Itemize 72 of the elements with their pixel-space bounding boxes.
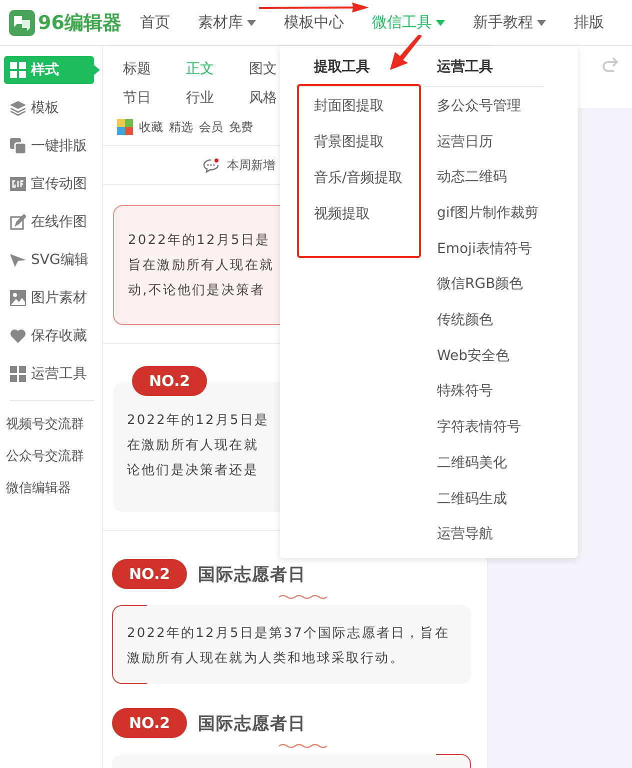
menu-item[interactable]: 二维码生成 xyxy=(424,486,544,522)
category-tab[interactable]: 标题 xyxy=(123,60,186,78)
card-text: 旨在激励所有人现在就 xyxy=(128,257,274,275)
menu-item[interactable]: 音乐/音频提取 xyxy=(296,166,420,202)
nav-link[interactable]: 新手教程 xyxy=(473,13,546,32)
layers-icon xyxy=(10,100,26,116)
menu-item[interactable]: 二维码美化 xyxy=(424,450,544,487)
nav-link[interactable]: 首页 xyxy=(140,13,170,32)
notice-text[interactable]: 本周新增 xyxy=(227,156,275,174)
menu-heading: 提取工具 xyxy=(312,58,371,77)
sidebar-link[interactable]: 视频号交流群 xyxy=(0,415,102,447)
card-title: 国际志愿者日 xyxy=(198,712,306,734)
sidebar-link[interactable]: 微信编辑器 xyxy=(0,479,102,511)
sidebar-item[interactable]: 模板 xyxy=(4,94,94,122)
gif-icon xyxy=(10,177,26,191)
nav-link[interactable]: 模板中心 xyxy=(284,13,344,32)
menu-item[interactable]: 多公众号管理 xyxy=(424,94,544,130)
wavy-underline xyxy=(279,743,327,749)
menu-item[interactable]: 动态二维码 xyxy=(424,165,544,201)
card-text: 2022年的12月5日是 xyxy=(128,232,270,250)
sidebar-item[interactable]: 一键排版 xyxy=(4,132,94,160)
menu-item[interactable]: 特殊符号 xyxy=(424,379,544,416)
menu-item[interactable]: 背景图提取 xyxy=(296,130,420,166)
card-text: 在激励所有人现在就 xyxy=(127,437,258,455)
sidebar-link[interactable]: 公众号交流群 xyxy=(0,447,102,479)
menu-item[interactable]: 封面图提取 xyxy=(296,94,420,130)
annotation-arrow xyxy=(389,35,423,71)
image-icon xyxy=(10,290,26,306)
grid-icon xyxy=(10,62,26,78)
sidebar-item[interactable]: 运营工具 xyxy=(4,360,94,388)
menu-item[interactable]: 微信RGB颜色 xyxy=(424,272,544,308)
menu-item[interactable]: 视频提取 xyxy=(296,202,420,238)
heart-icon xyxy=(10,329,26,343)
menu-item[interactable]: 运营导航 xyxy=(424,522,544,558)
grid-icon xyxy=(10,366,26,382)
category-tab[interactable]: 节日 xyxy=(123,88,186,106)
card-text: 论他们是决策者还是 xyxy=(127,462,258,480)
sidebar-item[interactable]: 宣传动图 xyxy=(4,170,94,198)
menu-item[interactable]: 字符表情符号 xyxy=(424,415,544,451)
redo-icon[interactable] xyxy=(602,56,620,72)
sidebar-item[interactable]: 在线作图 xyxy=(4,208,94,236)
card-text: 动,不论他们是决策者 xyxy=(128,282,266,300)
menu-item[interactable]: gif图片制作裁剪 xyxy=(424,200,544,237)
menu-item[interactable]: Web安全色 xyxy=(424,344,544,380)
filter-link[interactable]: 免费 xyxy=(229,118,253,136)
nav-link[interactable]: 排版 xyxy=(574,13,604,32)
logo-icon xyxy=(9,10,35,36)
nav-link[interactable]: 素材库 xyxy=(198,13,256,32)
paper-plane-icon xyxy=(10,252,26,268)
number-badge: NO.2 xyxy=(112,559,188,589)
filter-link[interactable]: 精选 xyxy=(169,118,193,136)
chat-icon xyxy=(203,158,219,172)
card-text: 2022年的12月5日是第37个国际志愿者日，旨在激励所有人现在就为人类和地球采取行动。 xyxy=(127,625,450,668)
copy-icon xyxy=(10,138,26,154)
menu-item[interactable]: 传统颜色 xyxy=(424,308,544,344)
card-title: 国际志愿者日 xyxy=(198,564,306,586)
menu-item[interactable]: Emoji表情符号 xyxy=(424,236,544,272)
sidebar-item[interactable]: SVG编辑 xyxy=(4,246,94,274)
filter-link[interactable]: 收藏 xyxy=(139,118,163,136)
pencil-icon xyxy=(10,214,26,230)
sidebar-item[interactable]: 保存收藏 xyxy=(4,322,94,350)
style-card[interactable]: 2022年的12月5日是第37个国际志愿者日，旨在激励所有人现在就为人类和地球采取行动。 xyxy=(112,605,471,684)
sidebar-item[interactable]: 图片素材 xyxy=(4,284,94,312)
number-badge: NO.2 xyxy=(132,366,208,396)
category-tab[interactable]: 行业 xyxy=(186,88,249,106)
card-text: 2022年的12月5日是 xyxy=(127,412,270,430)
color-squares-icon xyxy=(117,119,133,135)
filter-link[interactable]: 会员 xyxy=(199,118,223,136)
number-badge: NO.2 xyxy=(112,708,188,738)
menu-heading: 运营工具 xyxy=(436,58,494,77)
wavy-underline xyxy=(279,594,327,600)
menu-item[interactable]: 运营日历 xyxy=(424,130,544,166)
